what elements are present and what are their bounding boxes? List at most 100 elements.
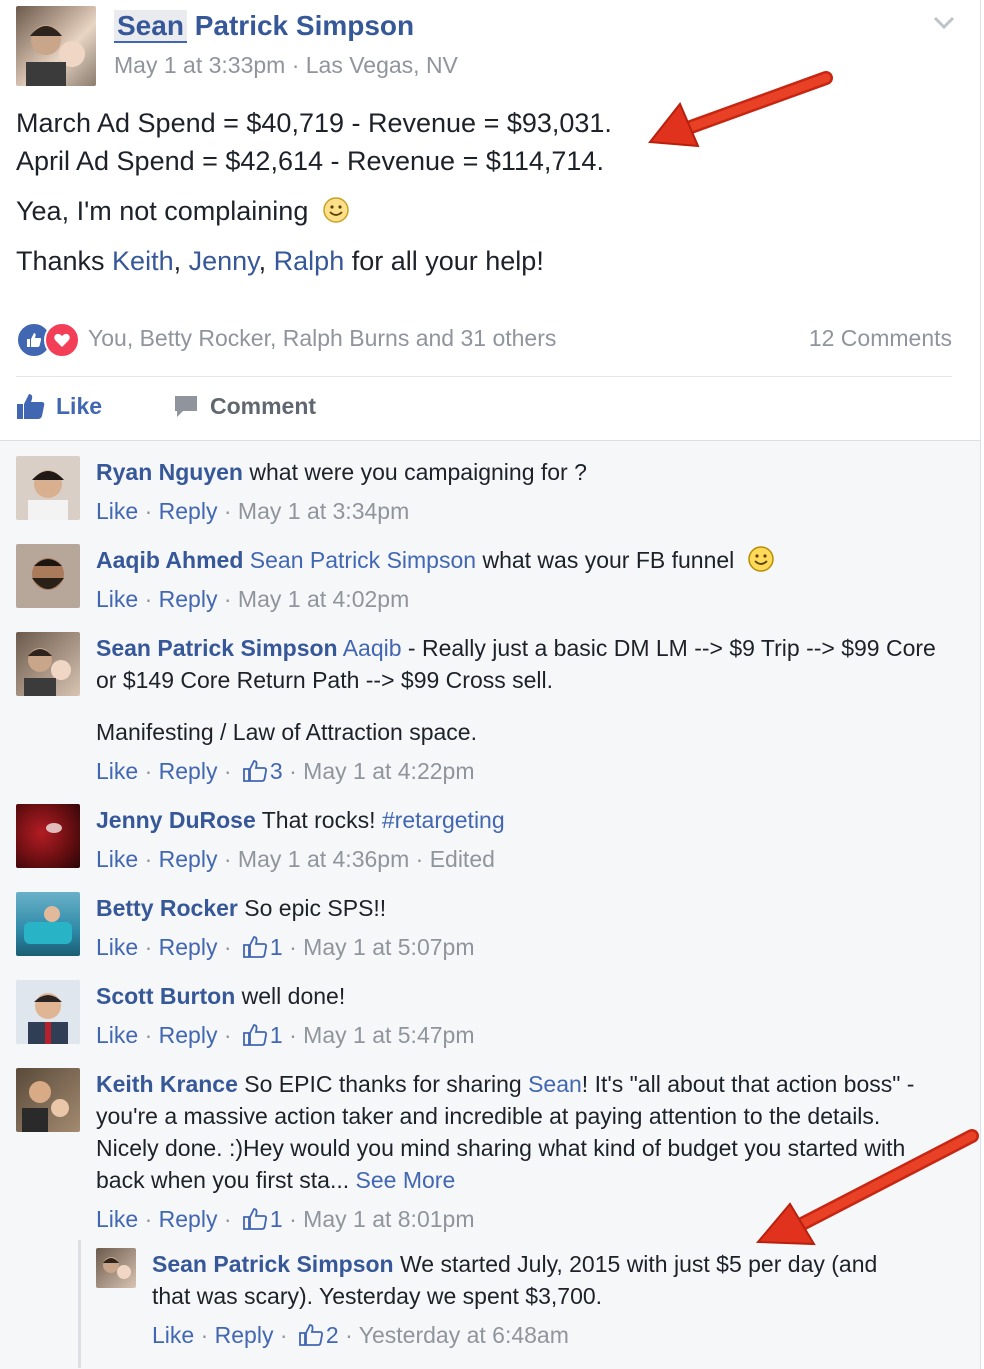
comment-sean-line2: Manifesting / Law of Attraction space. [96, 719, 477, 745]
post-line-complaining: Yea, I'm not complaining [16, 196, 350, 227]
commenter-name[interactable]: Keith Krance [96, 1071, 238, 1097]
like-count[interactable]: 1 [270, 1206, 283, 1232]
commenter-name[interactable]: Jenny DuRose [96, 807, 256, 833]
author-avatar[interactable] [16, 6, 96, 86]
comment-avatar[interactable] [16, 892, 80, 956]
tag-keith[interactable]: Keith [112, 246, 174, 276]
red-arrow-annotation [755, 1129, 979, 1246]
reactions-summary[interactable]: You, Betty Rocker, Ralph Burns and 31 ot… [88, 325, 556, 352]
reply-link[interactable]: Reply [215, 1322, 274, 1348]
mention-tag[interactable]: Aaqib [343, 635, 402, 661]
reply-link[interactable]: Reply [159, 498, 218, 524]
comment-actions: Like · Reply · 3 · May 1 at 4:22pm [96, 758, 474, 785]
hashtag-link[interactable]: #retargeting [382, 807, 505, 833]
edited-label[interactable]: Edited [430, 846, 495, 872]
comment-actions: Like · Reply · May 1 at 3:34pm [96, 498, 409, 525]
tag-jenny[interactable]: Jenny [189, 246, 259, 276]
reply-link[interactable]: Reply [159, 934, 218, 960]
commenter-name[interactable]: Scott Burton [96, 983, 235, 1009]
mention-tag[interactable]: Sean [528, 1071, 582, 1097]
separator-dot: · [223, 1022, 232, 1048]
like-count[interactable]: 1 [270, 1022, 283, 1048]
comment-time[interactable]: May 1 at 4:22pm [303, 758, 474, 784]
separator-dot: · [223, 1206, 232, 1232]
comment-time[interactable]: May 1 at 5:07pm [303, 934, 474, 960]
comment-actions: Like · Reply · 1 · May 1 at 8:01pm [96, 1206, 474, 1233]
reaction-icons[interactable] [16, 322, 80, 358]
separator-dot: · [144, 1022, 153, 1048]
thumbs-up-outline-icon [243, 760, 267, 782]
comment-time[interactable]: May 1 at 3:34pm [238, 498, 409, 524]
separator-dot: · [144, 758, 153, 784]
thumbs-up-outline-icon [243, 936, 267, 958]
comment-ryan: Ryan Nguyen what were you campaigning fo… [96, 456, 936, 488]
comment-avatar[interactable] [16, 1068, 80, 1132]
comment-avatar[interactable] [16, 980, 80, 1044]
like-link[interactable]: Like [152, 1322, 194, 1348]
post-meta[interactable]: May 1 at 3:33pm · Las Vegas, NV [114, 52, 458, 79]
like-link[interactable]: Like [96, 1022, 138, 1048]
comment-text: well done! [235, 983, 346, 1009]
comment-actions: Like · Reply · May 1 at 4:36pm · Edited [96, 846, 495, 873]
separator-dot: · [144, 586, 153, 612]
comment-time[interactable]: Yesterday at 6:48am [359, 1322, 569, 1348]
separator-dot: · [200, 1322, 209, 1348]
comment-avatar[interactable] [16, 456, 80, 520]
comment-time[interactable]: May 1 at 4:02pm [238, 586, 409, 612]
avatar-photo-icon [26, 25, 85, 86]
comment-time[interactable]: May 1 at 8:01pm [303, 1206, 474, 1232]
separator-dot: · [144, 498, 153, 524]
like-link[interactable]: Like [96, 586, 138, 612]
separator-dot: · [289, 934, 297, 960]
tag-ralph[interactable]: Ralph [274, 246, 345, 276]
post-author-name[interactable]: Sean Patrick Simpson [114, 10, 414, 43]
commenter-name[interactable]: Sean Patrick Simpson [96, 635, 338, 661]
comment-avatar[interactable] [16, 544, 80, 608]
reply-avatar[interactable] [96, 1248, 136, 1288]
author-rest-name[interactable]: Patrick Simpson [195, 10, 414, 41]
comment-button[interactable]: Comment [172, 392, 316, 420]
comment-text: That rocks! [255, 807, 382, 833]
chevron-down-icon[interactable] [930, 8, 958, 36]
reply-link[interactable]: Reply [159, 846, 218, 872]
author-first-name[interactable]: Sean [114, 10, 187, 43]
commenter-name[interactable]: Ryan Nguyen [96, 459, 243, 485]
commenter-name[interactable]: Sean Patrick Simpson [152, 1251, 394, 1277]
commenter-name[interactable]: Betty Rocker [96, 895, 238, 921]
comment-time[interactable]: May 1 at 4:36pm [238, 846, 409, 872]
like-link[interactable]: Like [96, 498, 138, 524]
comments-count[interactable]: 12 Comments [809, 325, 952, 352]
comment-text: what was your FB funnel [476, 547, 735, 573]
like-link[interactable]: Like [96, 1206, 138, 1232]
like-link[interactable]: Like [96, 846, 138, 872]
like-count[interactable]: 2 [326, 1322, 339, 1348]
comment-avatar[interactable] [16, 632, 80, 696]
like-link[interactable]: Like [96, 934, 138, 960]
like-count[interactable]: 3 [270, 758, 283, 784]
separator-dot: · [345, 1322, 353, 1348]
separator-dot: · [144, 1206, 153, 1232]
comment-avatar[interactable] [16, 804, 80, 868]
red-arrow-annotation [648, 71, 833, 148]
separator-dot: · [223, 498, 232, 524]
divider [16, 376, 952, 377]
thumbs-up-outline-icon [243, 1208, 267, 1230]
like-link[interactable]: Like [96, 758, 138, 784]
see-more-link[interactable]: See More [356, 1167, 456, 1193]
comment-time[interactable]: May 1 at 5:47pm [303, 1022, 474, 1048]
comment-actions: Like · Reply · 1 · May 1 at 5:07pm [96, 934, 474, 961]
post-line-march: March Ad Spend = $40,719 - Revenue = $93… [16, 108, 612, 138]
reply-link[interactable]: Reply [159, 1022, 218, 1048]
reply-link[interactable]: Reply [159, 586, 218, 612]
comment-text: So EPIC thanks for sharing [237, 1071, 529, 1097]
commenter-name[interactable]: Aaqib Ahmed [96, 547, 243, 573]
like-button[interactable]: Like [16, 392, 102, 420]
post-line-thanks: Thanks Keith, Jenny, Ralph for all your … [16, 246, 544, 276]
like-count[interactable]: 1 [270, 934, 283, 960]
love-reaction-icon [44, 322, 80, 358]
reply-link[interactable]: Reply [159, 1206, 218, 1232]
reply-sean: Sean Patrick Simpson We started July, 20… [152, 1248, 912, 1312]
mention-tag[interactable]: Sean Patrick Simpson [250, 547, 476, 573]
reply-link[interactable]: Reply [159, 758, 218, 784]
post-card: Sean Patrick Simpson May 1 at 3:33pm · L… [0, 0, 981, 440]
